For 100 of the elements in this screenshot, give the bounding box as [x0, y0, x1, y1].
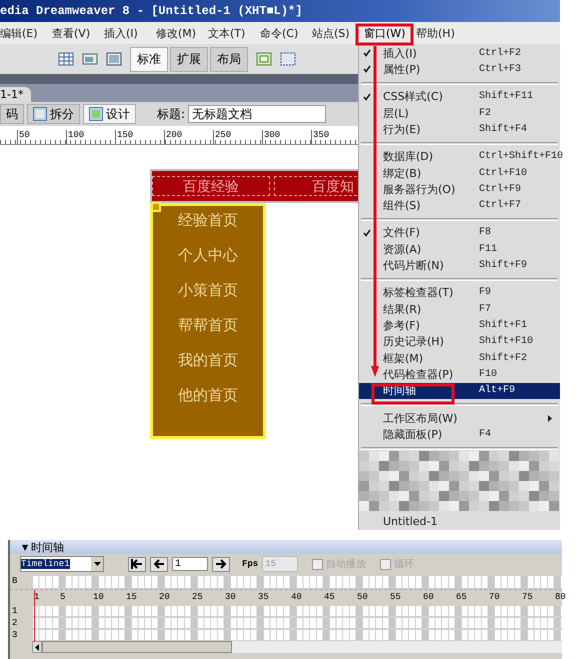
menu-item[interactable]: 窗口(W)	[364, 26, 416, 40]
menu-item[interactable]: 隐藏面板(P) F4	[359, 426, 560, 443]
menu-item[interactable]: 查看(V)	[52, 26, 104, 40]
forward-button[interactable]	[212, 556, 230, 572]
shortcut: Shift+F10	[479, 336, 534, 348]
menu-item[interactable]: 行为(E) Shift+F4	[359, 121, 560, 138]
frame-number: 50	[357, 591, 369, 604]
menu-item[interactable]: 代码检查器(P) F10	[359, 366, 560, 383]
menu-item[interactable]: CSS样式(C) Shift+F11	[359, 88, 560, 105]
frame-number: 20	[159, 591, 171, 604]
dropdown-item[interactable]: 小策首页	[178, 278, 238, 313]
dropdown-item[interactable]: 个人中心	[178, 243, 238, 278]
grid-icon[interactable]	[280, 51, 296, 67]
dropdown-item[interactable]: 我的首页	[178, 348, 238, 383]
ruler-number: 150	[115, 130, 164, 144]
menu-label: 代码片断(N)	[383, 258, 444, 274]
toolbar-tab[interactable]: 扩展	[170, 46, 208, 72]
menu-item[interactable]: 插入(I)	[104, 26, 156, 40]
toolbar-tab[interactable]: 标准	[130, 46, 168, 72]
document-tab[interactable]: 1-1*	[0, 87, 32, 102]
ruler-number: 300	[262, 130, 311, 144]
layer-icon[interactable]	[256, 51, 272, 67]
view-button[interactable]: 码	[0, 104, 24, 124]
fps-label: Fps	[242, 559, 258, 569]
menu-label: 工作区布局(W)	[383, 410, 458, 426]
image-icon[interactable]	[82, 51, 98, 67]
menu-item[interactable]: 绑定(B) Ctrl+F10	[359, 164, 560, 182]
shortcut: Shift+F1	[479, 320, 528, 332]
menu-label: 插入(I)	[383, 46, 417, 61]
shortcut: F8	[479, 227, 492, 238]
frame-number: 75	[522, 591, 534, 604]
menu-item[interactable]: 文本(T)	[208, 26, 260, 40]
menu-item[interactable]: 标签检查器(T) F9	[359, 284, 560, 302]
title-label: 标题:	[157, 106, 186, 122]
shortcut: Ctrl+F7	[479, 200, 522, 212]
rewind-button[interactable]	[128, 556, 146, 572]
menu-item[interactable]: 插入(I) Ctrl+F2	[359, 45, 560, 62]
back-button[interactable]	[150, 556, 168, 572]
dropdown-item[interactable]: 他的首页	[178, 383, 238, 418]
menu-item[interactable]: 命令(C)	[260, 26, 312, 40]
menu-item[interactable]: 编辑(E)	[0, 26, 52, 40]
dropdown-item[interactable]: 经验首页	[178, 208, 238, 243]
frame-number: 80	[555, 591, 567, 604]
timeline-dropdown[interactable]: Timeline1	[20, 556, 104, 572]
annotation-frame	[356, 24, 414, 46]
selection-handle[interactable]	[151, 202, 161, 212]
menu-label: 结果(R)	[383, 302, 422, 317]
menu-item[interactable]: 代码片断(N) Shift+F9	[359, 257, 560, 274]
title-field[interactable]: 无标题文档	[188, 105, 326, 123]
frame-icon[interactable]	[106, 51, 122, 67]
menu-label: 历史记录(H)	[383, 334, 444, 350]
shortcut: Shift+F2	[479, 352, 528, 364]
toolbar-tab[interactable]: 布局	[210, 46, 248, 72]
panel-header[interactable]: ▼ 时间轴	[10, 540, 562, 554]
shortcut: F11	[479, 244, 498, 255]
frame-number: 60	[423, 591, 435, 604]
menu-item[interactable]: 站点(S)	[312, 26, 364, 40]
menu-item[interactable]: 框架(M) Shift+F2	[359, 350, 560, 366]
menu-item[interactable]: 资源(A) F11	[359, 241, 560, 258]
menu-label: 服务器行为(O)	[383, 182, 456, 197]
shortcut: Ctrl+F3	[479, 64, 522, 75]
panel-title: 时间轴	[31, 540, 64, 554]
row-label: B	[11, 575, 18, 588]
menu-item[interactable]: Untitled-1	[359, 514, 560, 530]
menu-item[interactable]: 参考(F) Shift+F1	[359, 317, 560, 334]
menu-item[interactable]: 修改(M)	[156, 26, 208, 40]
menu-item[interactable]: 服务器行为(O) Ctrl+F9	[359, 181, 560, 198]
frame-number: 65	[456, 591, 468, 604]
menu-item[interactable]: 组件(S) Ctrl+F7	[359, 198, 560, 214]
dropdown-item[interactable]: 帮帮首页	[178, 313, 238, 348]
frame-number: 30	[225, 591, 237, 604]
menu-item[interactable]: 结果(R) F7	[359, 301, 560, 318]
menu-item[interactable]: 层(L) F2	[359, 104, 560, 122]
collapse-toggle[interactable]: ▼	[22, 542, 28, 552]
ruler-number: 200	[164, 130, 213, 144]
frame-field[interactable]: 1	[172, 557, 208, 571]
view-button[interactable]: 设计	[83, 104, 136, 124]
view-button[interactable]: 拆分	[27, 104, 80, 124]
shortcut: F2	[479, 108, 492, 119]
frame-number: 25	[192, 591, 204, 604]
nav-item[interactable]: 百度经验	[152, 176, 270, 196]
shortcut: Shift+F11	[479, 91, 534, 102]
table-icon[interactable]	[58, 51, 74, 67]
shortcut: F7	[479, 304, 492, 315]
ruler-number: 50	[17, 130, 66, 144]
menu-item[interactable]: 工作区布局(W)	[359, 410, 560, 426]
frame-number: 35	[258, 591, 270, 604]
scroll-bar[interactable]	[32, 641, 562, 653]
menu-item[interactable]: 文件(F) F8	[359, 224, 560, 242]
frame-number: 55	[390, 591, 402, 604]
menu-item[interactable]: 帮助(H)	[416, 26, 468, 40]
design-view-icon	[89, 107, 103, 121]
shortcut: Ctrl+F9	[479, 184, 522, 195]
menu-label: 标签检查器(T)	[383, 285, 454, 300]
frame-number: 40	[291, 591, 303, 604]
menu-item[interactable]: 属性(P) Ctrl+F3	[359, 61, 560, 78]
menu-label: 组件(S)	[383, 198, 421, 214]
scroll-left-icon[interactable]	[32, 641, 42, 653]
row-label: 1	[11, 605, 18, 617]
menu-item[interactable]: 历史记录(H) Shift+F10	[359, 334, 560, 350]
